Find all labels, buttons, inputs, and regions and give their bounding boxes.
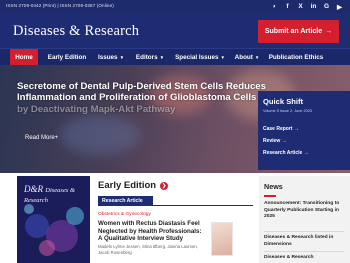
nav-item-label: Home [15, 54, 33, 61]
nav-item-issues[interactable]: Issues ▼ [95, 49, 127, 66]
divider [264, 231, 344, 232]
submit-article-button[interactable]: Submit an Article → [258, 20, 339, 43]
nav-item-home[interactable]: Home [10, 49, 38, 66]
facebook-icon[interactable]: f [283, 2, 292, 11]
youtube-icon[interactable]: ▶ [335, 2, 344, 11]
social-links: ◗ f X in G ▶ [270, 2, 344, 11]
quick-shift-subtitle: Volume 5 Issue 2, June 2025 [263, 109, 312, 113]
read-more-link[interactable]: Read More+ [25, 135, 58, 141]
hero-title-faded-text: by Deactivating Mapk-Akt Pathway [17, 103, 176, 115]
article-authors: Madeln Lyhne Jessen, Stina Øberg, Janina… [98, 244, 198, 255]
nav-item-publication-ethics[interactable]: Publication Ethics [268, 49, 324, 66]
quick-shift-panel: Quick Shift Volume 5 Issue 2, June 2025 … [258, 91, 350, 170]
chevron-down-icon: ▼ [159, 55, 165, 60]
news-heading: News [264, 182, 283, 191]
site-header: Diseases & Research Submit an Article → [0, 14, 350, 48]
cover-title-text: D&R [24, 184, 43, 194]
nav-item-editors[interactable]: Editors ▼ [132, 49, 168, 66]
chevron-down-icon: ▼ [119, 55, 125, 60]
nav-item-label: Special Issues [175, 54, 219, 61]
quick-link-review[interactable]: Review → [263, 138, 287, 144]
nav-item-label: Publication Ethics [268, 54, 324, 61]
nav-item-about[interactable]: About ▼ [230, 49, 264, 66]
chevron-down-icon: ▼ [254, 55, 260, 60]
news-heading-underline [264, 195, 276, 197]
x-twitter-icon[interactable]: X [296, 2, 305, 11]
news-item[interactable]: Announcement: Transitioning to Quarterly… [264, 201, 344, 221]
site-logo[interactable]: Diseases & Research [13, 23, 139, 40]
news-item[interactable]: Diseases & Research [264, 255, 344, 262]
chevron-down-icon: ▼ [220, 55, 225, 60]
nav-item-label: Issues [97, 54, 118, 61]
divider [264, 251, 344, 252]
article-title[interactable]: Women with Rectus Diastasis Feel Neglect… [98, 220, 206, 243]
early-edition-heading[interactable]: Early Edition ❯ [98, 180, 169, 191]
hero-title-text: Secretome of Dental Pulp-Derived Stem Ce… [17, 81, 266, 104]
divider [98, 205, 253, 206]
issn-text: ISSN 2709-0442 (Print) | ISSN 2709-0367 … [6, 3, 114, 8]
nav-item-early-edition[interactable]: Early Edition [42, 49, 92, 66]
article-type-tag: Research Article [98, 196, 153, 205]
early-edition-heading-text: Early Edition [98, 180, 157, 191]
journal-cover[interactable]: D&R Diseases & Research [17, 176, 90, 263]
arrow-right-icon[interactable]: ❯ [160, 181, 169, 190]
article-category[interactable]: Obstetrics & Gynecology [98, 212, 151, 217]
quick-link-case-report[interactable]: Case Report → [263, 126, 299, 132]
nav-item-label: Editors [135, 54, 158, 61]
top-bar: ISSN 2709-0442 (Print) | ISSN 2709-0367 … [0, 0, 350, 14]
main-nav: Home Early Edition Issues ▼ Editors ▼ Spec… [0, 48, 350, 66]
arrow-right-icon: → [325, 28, 333, 35]
google-icon[interactable]: G [322, 2, 331, 11]
hero-title[interactable]: Secretome of Dental Pulp-Derived Stem Ce… [17, 81, 267, 115]
quick-link-research-article[interactable]: Research Article → [263, 150, 309, 156]
cover-title: D&R Diseases & Research [24, 184, 90, 204]
submit-article-label: Submit an Article [264, 28, 323, 35]
nav-item-label: About [234, 54, 253, 61]
rss-icon[interactable]: ◗ [270, 2, 279, 11]
article-thumbnail[interactable] [211, 222, 233, 256]
nav-item-label: Early Edition [47, 54, 87, 61]
news-panel: News Announcement: Transitioning to Quar… [259, 176, 350, 263]
nav-item-special-issues[interactable]: Special Issues ▼ [173, 49, 227, 66]
linkedin-icon[interactable]: in [309, 2, 318, 11]
quick-shift-title: Quick Shift [263, 97, 304, 106]
news-item[interactable]: Diseases & Research listed in Dimensions [264, 235, 344, 248]
